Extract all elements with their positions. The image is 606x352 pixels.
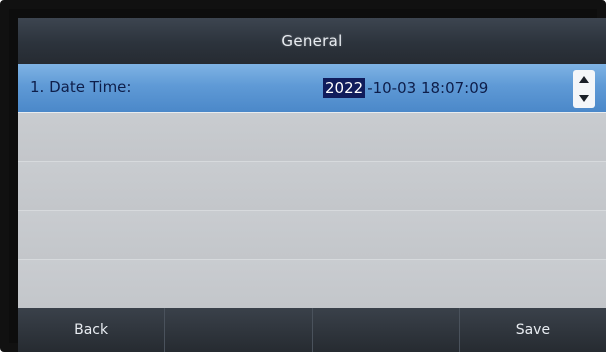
date-time-input[interactable]: 2022 -10-03 18:07:09	[323, 78, 488, 98]
value-spinner[interactable]	[573, 70, 595, 108]
empty-row	[18, 211, 606, 260]
date-time-value: -10-03 18:07:09	[367, 79, 489, 97]
settings-list: 1. Date Time: 2022 -10-03 18:07:09	[18, 64, 606, 309]
date-time-row[interactable]: 1. Date Time: 2022 -10-03 18:07:09	[18, 64, 606, 113]
empty-row	[18, 162, 606, 211]
softkey-3[interactable]	[313, 308, 460, 352]
screen-title: General	[281, 32, 343, 50]
spin-down-icon[interactable]	[579, 95, 589, 102]
save-softkey[interactable]: Save	[460, 308, 606, 352]
phone-screen: General 1. Date Time: 2022 -10-03 18:07:…	[18, 18, 606, 352]
date-year-selected[interactable]: 2022	[323, 78, 366, 98]
phone-display-bezel: General 1. Date Time: 2022 -10-03 18:07:…	[0, 0, 606, 352]
empty-row	[18, 260, 606, 309]
back-softkey[interactable]: Back	[18, 308, 166, 352]
softkey-2[interactable]	[165, 308, 313, 352]
empty-row	[18, 113, 606, 162]
date-time-label: 1. Date Time:	[30, 78, 132, 96]
spin-up-icon[interactable]	[579, 76, 589, 83]
softkey-bar: Back Save	[18, 308, 606, 352]
title-bar: General	[18, 18, 606, 64]
